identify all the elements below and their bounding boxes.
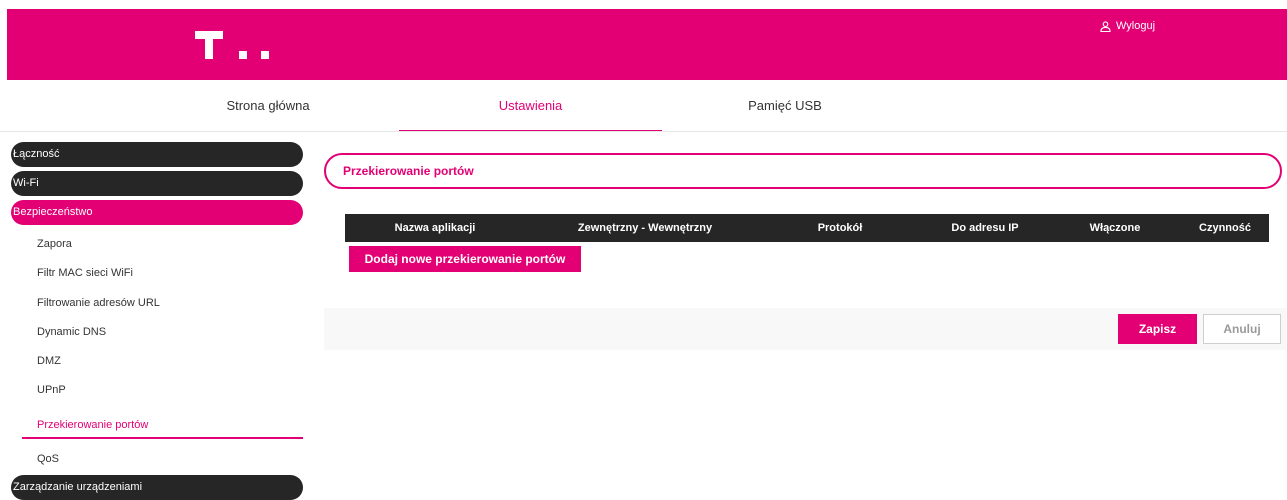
nav-divider bbox=[0, 131, 1287, 132]
sidebar-subitem-qos[interactable]: QoS bbox=[37, 452, 59, 466]
logo-dot-icon bbox=[239, 51, 247, 59]
section-title-box: Przekierowanie portów bbox=[324, 153, 1282, 189]
add-port-forwarding-button[interactable]: Dodaj nowe przekierowanie portów bbox=[349, 246, 581, 272]
sidebar-subitem-dmz[interactable]: DMZ bbox=[37, 354, 61, 368]
sidebar-subitem-dynamic-dns[interactable]: Dynamic DNS bbox=[37, 325, 106, 339]
sidebar-item-connectivity[interactable]: Łączność bbox=[11, 142, 303, 167]
sidebar-subitem-upnp[interactable]: UPnP bbox=[37, 383, 66, 397]
tab-home[interactable]: Strona główna bbox=[198, 80, 338, 130]
save-button[interactable]: Zapisz bbox=[1118, 314, 1197, 344]
sidebar-item-label: Łączność bbox=[13, 148, 60, 160]
tab-usb-storage[interactable]: Pamięć USB bbox=[720, 80, 850, 130]
main-nav: Strona główna Ustawienia Pamięć USB bbox=[0, 80, 1287, 132]
logout-label: Wyloguj bbox=[1116, 20, 1156, 32]
t-logo-icon bbox=[195, 29, 223, 59]
sidebar-item-device-management[interactable]: Zarządzanie urządzeniami bbox=[11, 475, 303, 500]
column-header: Do adresu IP bbox=[951, 222, 1019, 234]
tab-settings[interactable]: Ustawienia bbox=[399, 80, 662, 132]
active-subitem-underline bbox=[22, 437, 303, 439]
sidebar-item-wifi[interactable]: Wi-Fi bbox=[11, 171, 303, 196]
sidebar-item-label: Bezpieczeństwo bbox=[13, 206, 93, 218]
sidebar-item-security[interactable]: Bezpieczeństwo bbox=[11, 200, 303, 225]
logout-link[interactable]: Wyloguj bbox=[1100, 19, 1155, 33]
sidebar-subitem-mac-filter[interactable]: Filtr MAC sieci WiFi bbox=[37, 266, 133, 280]
user-icon bbox=[1100, 20, 1111, 32]
page-title: Przekierowanie portów bbox=[343, 164, 474, 178]
top-header: Wyloguj bbox=[7, 9, 1287, 80]
column-header: Czynność bbox=[1199, 222, 1251, 234]
column-header: Protokół bbox=[817, 222, 863, 234]
sidebar-item-label: Zarządzanie urządzeniami bbox=[13, 481, 143, 493]
sidebar-subitem-port-forwarding[interactable]: Przekierowanie portów bbox=[37, 418, 148, 432]
cancel-button[interactable]: Anuluj bbox=[1203, 314, 1281, 344]
column-header: Włączone bbox=[1089, 222, 1141, 234]
column-header: Zewnętrzny - Wewnętrzny bbox=[577, 222, 713, 234]
sidebar-subitem-firewall[interactable]: Zapora bbox=[37, 237, 72, 251]
sidebar-subitem-url-filter[interactable]: Filtrowanie adresów URL bbox=[37, 296, 160, 310]
column-header: Nazwa aplikacji bbox=[394, 222, 476, 234]
logo-dot-icon bbox=[261, 51, 269, 59]
port-forwarding-table-header: Nazwa aplikacji Zewnętrzny - Wewnętrzny … bbox=[345, 214, 1269, 242]
sidebar-item-label: Wi-Fi bbox=[13, 177, 39, 189]
